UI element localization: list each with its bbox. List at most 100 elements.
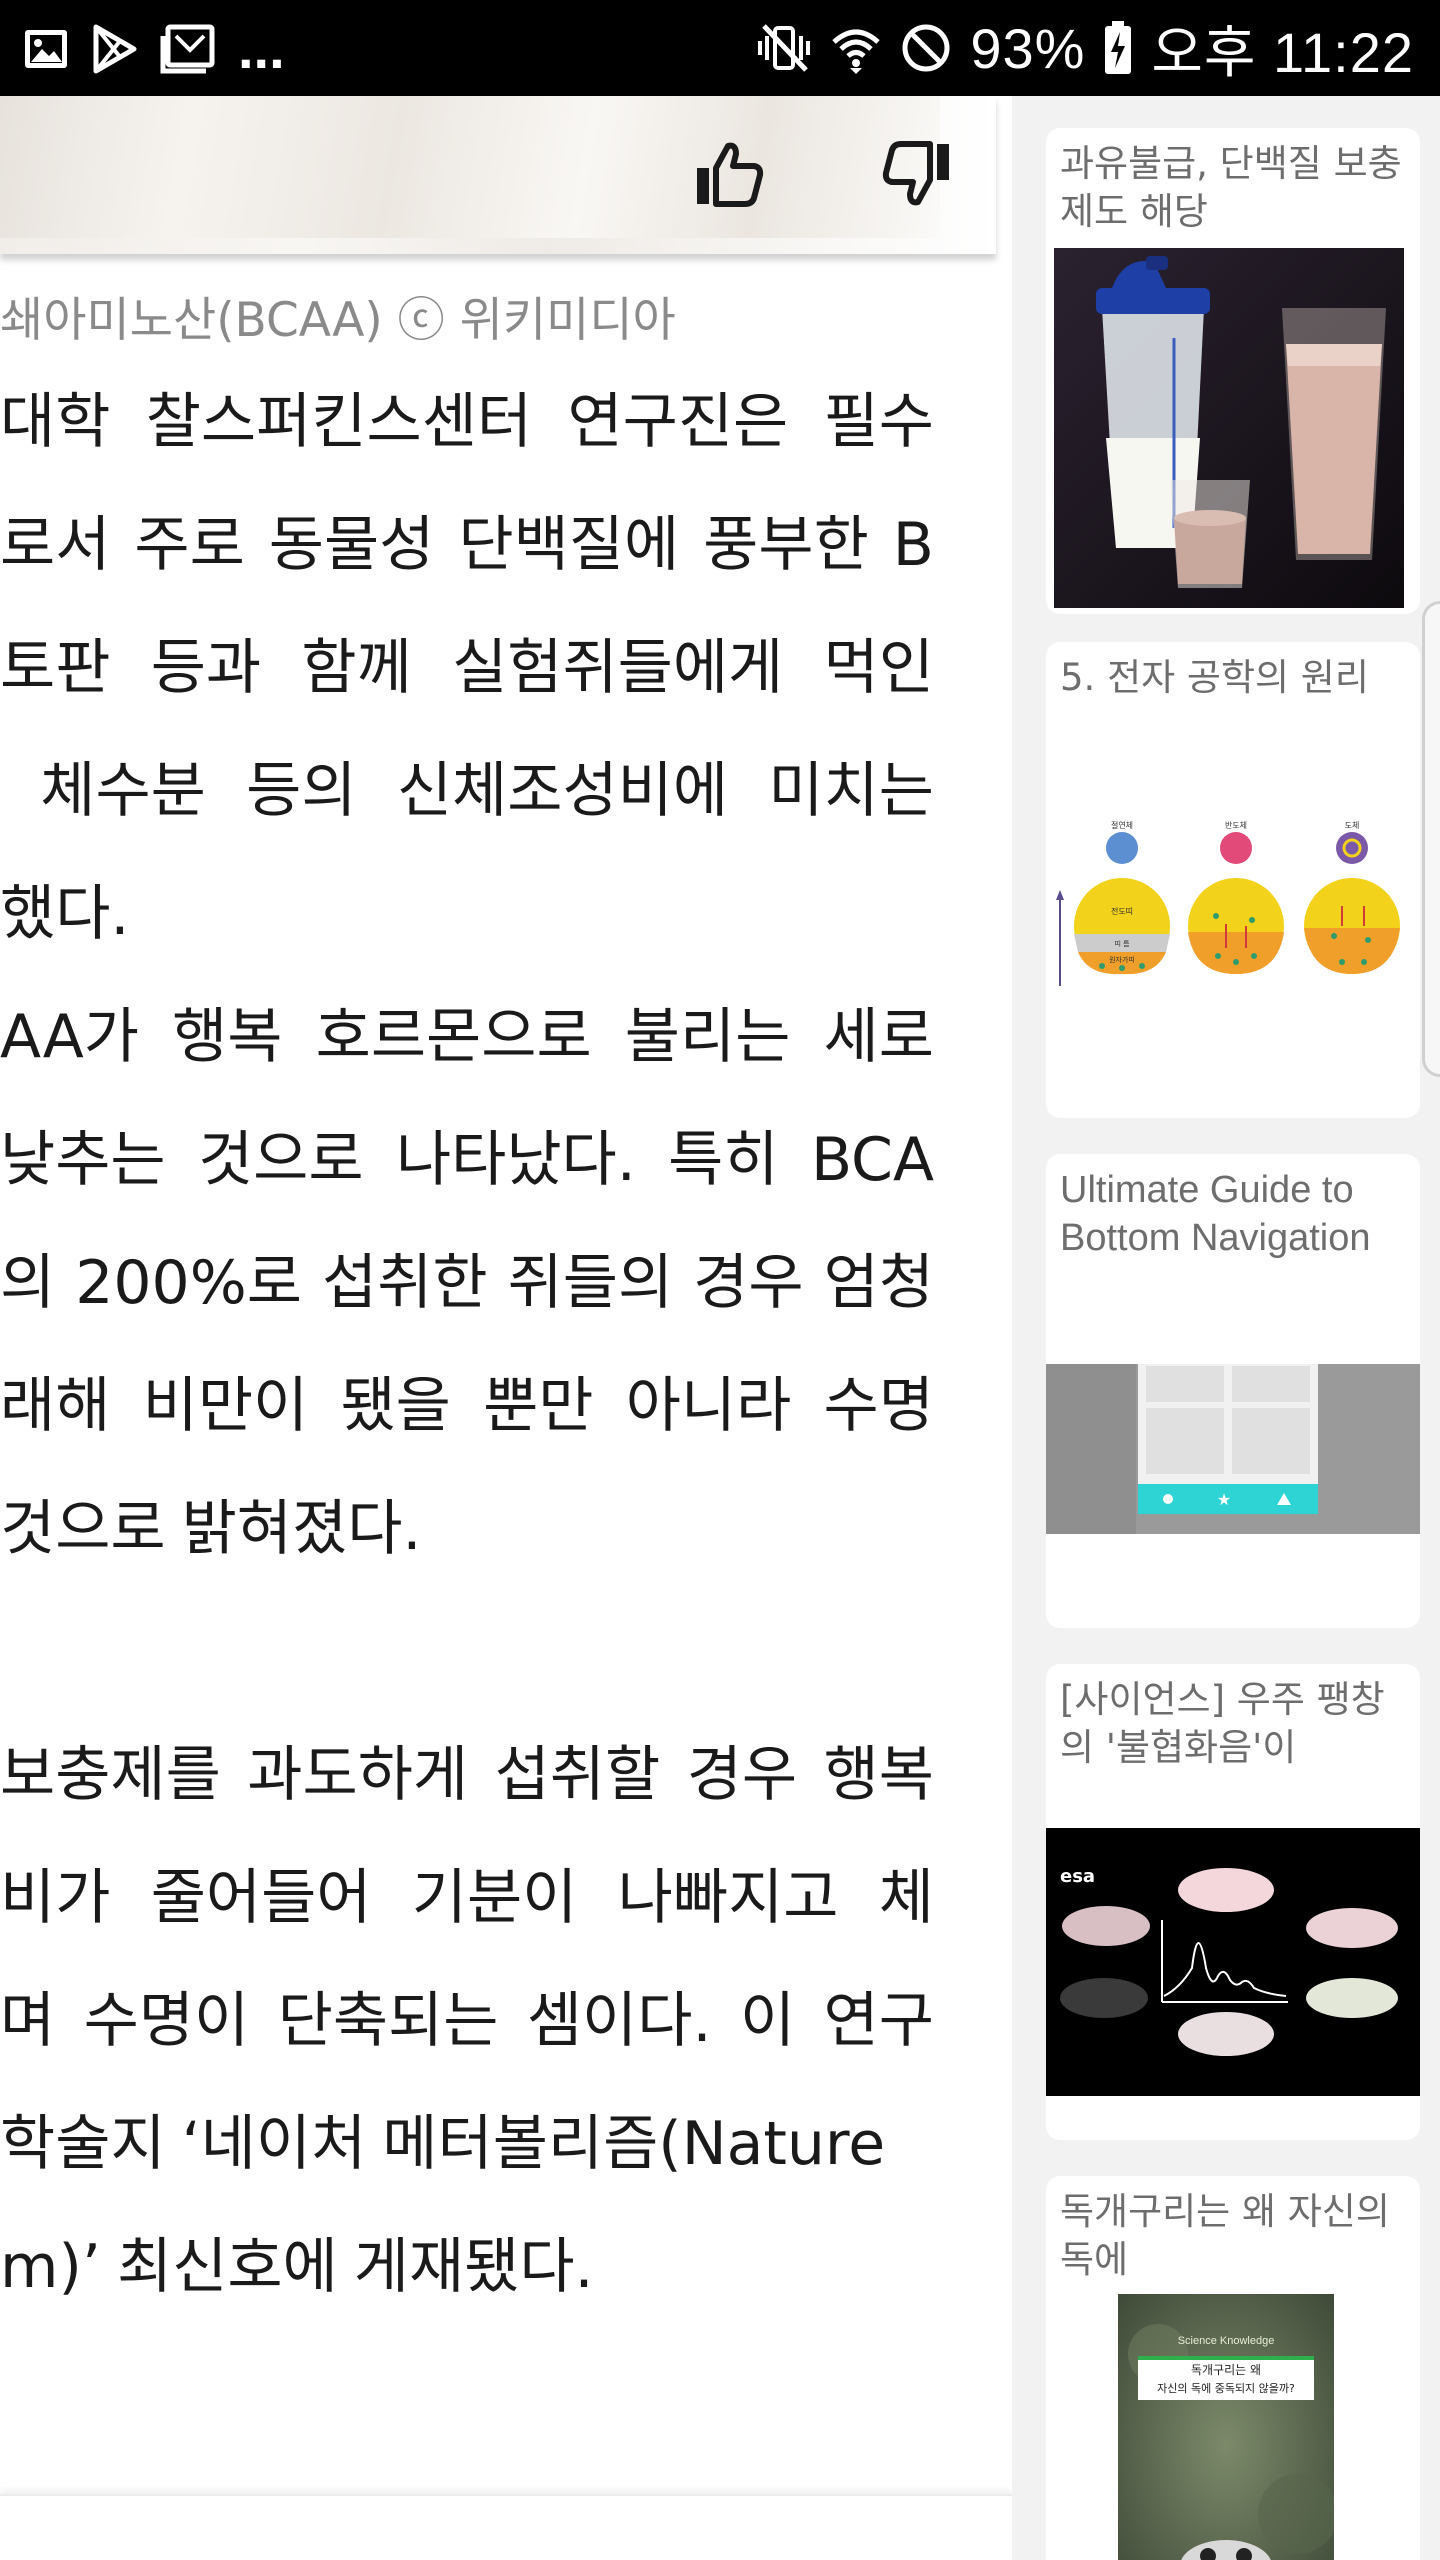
article-word: 찰스퍼킨스센터 <box>145 387 533 457</box>
article-word: 비가 <box>0 1863 111 1933</box>
book-series-label: Science Knowledge <box>1178 2335 1275 2347</box>
article-word: 함께 <box>301 633 412 703</box>
article-line: 했다. <box>0 853 934 976</box>
article-word: 특히 <box>668 1125 779 1195</box>
card-title: Ultimate Guide to Bottom Navigation <box>1060 1169 1371 1259</box>
clock: 오후 11:22 <box>1151 20 1414 84</box>
article-word: 메터볼리즘(Nature <box>382 2109 886 2179</box>
article-word: 며 <box>0 1986 56 2056</box>
article-word: 단축되는 <box>277 1986 499 2056</box>
edge-panel-handle[interactable] <box>1422 601 1440 1077</box>
thumbs-down-icon <box>882 141 949 206</box>
article-word: 뿐만 <box>483 1371 594 1441</box>
band-gap-label: 띠 틈 <box>1114 939 1130 948</box>
article-line: 낮추는 것으로 나타났다. 특히 BCA <box>0 1099 934 1222</box>
article-word: 필수 <box>823 387 934 457</box>
article-word: 쥐들의 <box>507 1248 674 1318</box>
card-title: 5. 전자 공학의 원리 <box>1060 656 1369 699</box>
recommendation-card-electronics[interactable]: 5. 전자 공학의 원리 절연체 전도띠 띠 틈 원자가띠 반도체 도체 <box>1046 642 1420 1118</box>
recommendation-card-cosmic-expansion[interactable]: [사이언스] 우주 팽창의 '불협화음'이 esa <box>1046 1664 1420 2140</box>
article-word: B <box>892 510 934 580</box>
article-word: 토판 <box>0 633 111 703</box>
gallery-notification-icon <box>22 25 70 73</box>
article-word: 먹인 <box>823 633 934 703</box>
protein-shake-image <box>1054 248 1404 608</box>
article-line: 것으로 밝혀졌다. <box>0 1468 934 1591</box>
thumbs-up-button[interactable] <box>688 134 768 214</box>
article-line: 보충제를 과도하게 섭취할 경우 행복 <box>0 1714 934 1837</box>
article-word: 비만이 <box>142 1371 309 1441</box>
esa-logo: esa <box>1060 1866 1095 1887</box>
article-line: 토판 등과 함께 실험쥐들에게 먹인 <box>0 607 934 730</box>
article-word: 행복 <box>823 1740 934 1810</box>
system-icons: 93% 오후 11:22 <box>756 17 1414 84</box>
recommendation-card-protein[interactable]: 과유불급, 단백질 보충제도 해당 <box>1046 128 1420 614</box>
article-word: AA가 <box>0 1002 139 1072</box>
article-word: 수명 <box>823 1371 934 1441</box>
article-word: 경우 <box>693 1248 804 1318</box>
article-word: 수명이 <box>83 1986 250 2056</box>
related-content-sidebar[interactable]: 과유불급, 단백질 보충제도 해당 5. 전자 공학의 원리 절연체 전도띠 띠… <box>1012 96 1440 2560</box>
poison-frog-book-cover: Science Knowledge 독개구리는 왜 자신의 독에 중독되지 않을… <box>1118 2294 1334 2560</box>
article-word: 풍부한 <box>703 510 869 580</box>
article-word: 주로 <box>134 510 245 580</box>
battery-charging-icon <box>1103 20 1133 76</box>
article-image-card <box>0 96 996 254</box>
article-word: 체수분 <box>40 756 206 826</box>
book-title-line-2: 자신의 독에 중독되지 않을까? <box>1157 2382 1295 2395</box>
article-word: 체 <box>878 1863 934 1933</box>
article-word: 로서 <box>0 510 111 580</box>
play-store-notification-icon <box>92 24 138 74</box>
article-word: 섭취한 <box>321 1248 488 1318</box>
article-word: 의 <box>0 1248 56 1318</box>
thumbs-down-button[interactable] <box>878 134 958 214</box>
recommendation-card-bottom-navigation[interactable]: Ultimate Guide to Bottom Navigation ★ <box>1046 1154 1420 1628</box>
conduction-band-label: 전도띠 <box>1111 906 1133 916</box>
article-word: 세로 <box>823 1002 934 1072</box>
article-word: 낮추는 <box>0 1125 166 1195</box>
article-word: 나빠지고 <box>617 1863 839 1933</box>
article-word: 보충제를 <box>0 1740 221 1810</box>
more-notifications-indicator: ... <box>238 17 285 80</box>
article-word: 단백질에 <box>458 510 680 580</box>
article-word: 학술지 <box>0 2109 166 2179</box>
notification-icons: ... <box>22 17 285 80</box>
cosmic-spectrum-image: esa <box>1046 1828 1420 2096</box>
article-word: 밝혀졌다. <box>181 1494 422 1564</box>
article-word: 불리는 <box>624 1002 791 1072</box>
article-line: 로서 주로 동물성 단백질에 풍부한 B <box>0 484 934 607</box>
article-word: 기분이 <box>411 1863 578 1933</box>
article-word: 것으로 <box>0 1494 166 1564</box>
article-word: 줄어들어 <box>150 1863 372 1933</box>
article-line: 학술지 ‘네이처 메터볼리즘(Nature <box>0 2083 934 2206</box>
recommendation-card-poison-frog[interactable]: 독개구리는 왜 자신의 독에 Science Knowledge 독개구리는 왜… <box>1046 2176 1420 2560</box>
article-line: 체수분 등의 신체조성비에 미치는 <box>0 730 934 853</box>
article-line: 의 200%로 섭취한 쥐들의 경우 엄청 <box>0 1222 934 1345</box>
article-word: 행복 <box>172 1002 283 1072</box>
card-title: [사이언스] 우주 팽창의 '불협화음'이 <box>1060 1678 1385 1769</box>
bottom-navigation-image: ★ <box>1046 1364 1420 1534</box>
do-not-disturb-icon <box>900 22 952 74</box>
article-word: 됐을 <box>340 1371 451 1441</box>
article-word: 연구진은 <box>567 387 789 457</box>
article-word: 200%로 <box>75 1248 302 1318</box>
svg-text:★: ★ <box>1217 1490 1231 1509</box>
article-word: m)’ <box>0 2232 101 2302</box>
energy-band-diagram: 절연체 전도띠 띠 틈 원자가띠 반도체 도체 <box>1046 816 1420 1056</box>
semiconductor-label: 반도체 <box>1225 820 1247 830</box>
article-word: ‘네이처 <box>181 2109 367 2179</box>
article-word: 신체조성비에 <box>396 756 729 826</box>
status-bar: ... 93% 오후 11:22 <box>0 0 1440 96</box>
article-word: BCA <box>810 1125 934 1195</box>
article-word: 호르몬으로 <box>315 1002 592 1072</box>
article-line: AA가 행복 호르몬으로 불리는 세로 <box>0 976 934 1099</box>
card-title: 독개구리는 왜 자신의 독에 <box>1060 2190 1390 2281</box>
card-title: 과유불급, 단백질 보충제도 해당 <box>1060 142 1402 233</box>
article-content[interactable]: 쇄아미노산(BCAA) ⓒ 위키미디아 대학 찰스퍼킨스센터 연구진은 필수 로서 주로 동… <box>0 96 1012 2560</box>
article-word: 최신호에 <box>116 2232 338 2302</box>
vibrate-mode-icon <box>756 22 812 74</box>
article-word: 래해 <box>0 1371 111 1441</box>
article-word: 미치는 <box>768 756 934 826</box>
article-word: 셈이다. <box>526 1986 712 2056</box>
conductor-label: 도체 <box>1345 820 1360 830</box>
